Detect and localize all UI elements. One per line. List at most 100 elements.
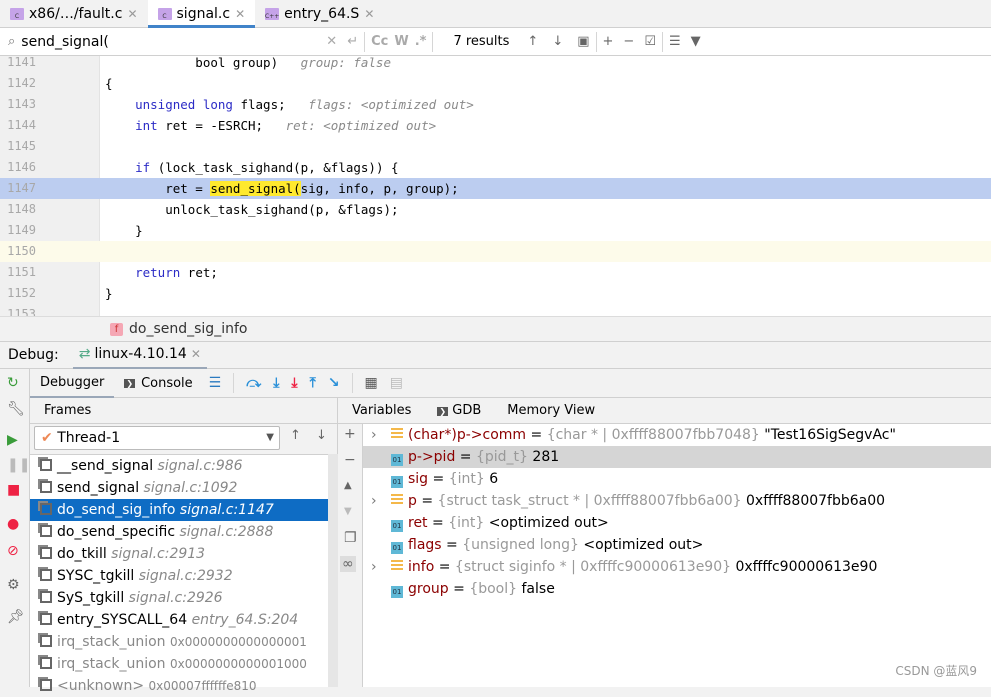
expand-chevron-icon[interactable]: › [371, 424, 377, 446]
line-number[interactable]: 1152 [0, 283, 36, 304]
close-icon[interactable]: ✕ [235, 7, 245, 21]
line-number[interactable]: 1144 [0, 115, 36, 136]
code-line[interactable]: 1143 unsigned long flags; flags: <optimi… [0, 94, 991, 115]
line-number[interactable]: 1149 [0, 220, 36, 241]
thread-select[interactable]: ✔ Thread-1 ▼ [34, 426, 280, 450]
frame-item[interactable]: <unknown> 0x00007ffffffe810 [30, 675, 338, 697]
variable-item[interactable]: 01 sig = {int} 6 [363, 468, 991, 490]
remove-occurrence-icon[interactable]: − [623, 34, 634, 49]
debug-session-tab[interactable]: ⇄ linux-4.10.14 ✕ [72, 342, 207, 369]
new-line-icon[interactable]: ↵ [347, 34, 358, 49]
line-number[interactable]: 1147 [0, 178, 36, 199]
expand-chevron-icon[interactable]: › [371, 556, 377, 578]
open-in-window-icon[interactable]: ▣ [577, 34, 589, 49]
step-out-icon[interactable]: ⤒ [310, 375, 316, 391]
select-all-occurrences-icon[interactable]: ☑ [644, 34, 656, 49]
frame-item[interactable]: SyS_tgkill signal.c:2926 [30, 587, 338, 609]
add-watch-icon[interactable]: + [344, 426, 356, 442]
code-line[interactable]: 1151 return ret; [0, 262, 991, 283]
tab-fault-c[interactable]: Cx86/…/fault.c ✕ [0, 0, 148, 28]
filter-search-results-icon[interactable]: ☰ [669, 34, 681, 49]
move-up-icon[interactable]: ▲ [344, 480, 352, 491]
frames-scrollbar[interactable] [328, 454, 338, 687]
breadcrumb-function[interactable]: do_send_sig_info [129, 321, 247, 337]
code-line[interactable]: 1148 unlock_task_sighand(p, &flags); [0, 199, 991, 220]
line-number[interactable]: 1148 [0, 199, 36, 220]
frame-item[interactable]: do_send_sig_info signal.c:1147 [30, 499, 338, 521]
words-button[interactable]: W [394, 34, 408, 49]
resume-icon[interactable]: ▶ [7, 432, 18, 448]
variable-item[interactable]: › p = {struct task_struct * | 0xffff88007… [363, 490, 991, 512]
view-breakpoints-icon[interactable]: ● [7, 516, 19, 532]
stop-icon[interactable]: ■ [7, 482, 20, 498]
code-line[interactable]: 1149 } [0, 220, 991, 241]
mute-breakpoints-icon[interactable]: ⊘ [7, 543, 19, 559]
variable-item[interactable]: 01 group = {bool} false [363, 578, 991, 600]
run-to-cursor-icon[interactable]: ↘ [328, 375, 340, 391]
next-frame-icon[interactable]: ↓ [316, 428, 327, 443]
code-editor[interactable]: 1141 bool group) group: false 1142{1143 u… [0, 56, 991, 316]
frame-item[interactable]: do_tkill signal.c:2913 [30, 543, 338, 565]
pin-icon[interactable]: 📌︎ [7, 609, 25, 625]
settings-wrench-icon[interactable]: 🔧︎ [7, 401, 25, 417]
glasses-icon[interactable]: ∞ [340, 556, 356, 572]
next-occurrence-icon[interactable]: ↓ [552, 34, 563, 49]
gear-icon[interactable]: ⚙ [7, 577, 20, 593]
add-occurrence-icon[interactable]: + [603, 34, 614, 49]
previous-occurrence-icon[interactable]: ↑ [527, 34, 538, 49]
line-number[interactable]: 1151 [0, 262, 36, 283]
code-line[interactable]: 1144 int ret = -ESRCH; ret: <optimized o… [0, 115, 991, 136]
line-number[interactable]: 1150 [0, 241, 36, 262]
pause-icon[interactable]: ❚❚ [7, 457, 30, 473]
line-number[interactable]: 1141 [0, 56, 36, 73]
tab-entry-64-s[interactable]: C++ entry_64.S ✕ [255, 0, 384, 28]
variable-item[interactable]: › info = {struct siginfo * | 0xffffc90000… [363, 556, 991, 578]
layout-menu-icon[interactable]: ☰ [209, 375, 222, 391]
expand-chevron-icon[interactable]: › [371, 490, 377, 512]
variable-item[interactable]: 01 p->pid = {pid_t} 281 [363, 446, 991, 468]
search-icon[interactable]: ⌕ [8, 34, 15, 49]
previous-frame-icon[interactable]: ↑ [290, 428, 301, 443]
line-number[interactable]: 1146 [0, 157, 36, 178]
frame-item[interactable]: entry_SYSCALL_64 entry_64.S:204 [30, 609, 338, 631]
clear-icon[interactable]: ✕ [326, 34, 337, 49]
tab-signal-c[interactable]: Csignal.c ✕ [147, 0, 256, 28]
rerun-icon[interactable]: ↻ [7, 375, 19, 391]
step-into-icon[interactable]: ⤓ [273, 375, 279, 391]
line-number[interactable]: 1143 [0, 94, 36, 115]
code-line[interactable]: 1152} [0, 283, 991, 304]
close-icon[interactable]: ✕ [127, 7, 137, 21]
trace-icon[interactable]: ▤ [390, 375, 403, 391]
code-line[interactable]: 1141 bool group) group: false [0, 56, 991, 73]
close-icon[interactable]: ✕ [364, 7, 374, 21]
search-input[interactable]: send_signal( [21, 34, 326, 50]
copy-icon[interactable]: ❐ [344, 530, 357, 546]
code-line[interactable]: 1153 [0, 304, 991, 316]
filter-icon[interactable]: ▼ [691, 34, 701, 49]
move-down-icon[interactable]: ▼ [344, 506, 352, 517]
tab-gdb[interactable]: ❯ GDB [437, 398, 481, 423]
regex-button[interactable]: .* [415, 34, 427, 49]
line-number[interactable]: 1145 [0, 136, 36, 157]
code-line[interactable]: 1147 ret = send_signal(sig, info, p, gro… [0, 178, 991, 199]
frame-item[interactable]: do_send_specific signal.c:2888 [30, 521, 338, 543]
close-icon[interactable]: ✕ [191, 347, 201, 361]
match-case-button[interactable]: Cc [371, 34, 388, 49]
line-number[interactable]: 1142 [0, 73, 36, 94]
code-line[interactable]: 1145 [0, 136, 991, 157]
frame-item[interactable]: SYSC_tgkill signal.c:2932 [30, 565, 338, 587]
variable-item[interactable]: 01 ret = {int} <optimized out> [363, 512, 991, 534]
frame-item[interactable]: irq_stack_union 0x0000000000000001 [30, 631, 338, 653]
variable-item[interactable]: › (char*)p->comm = {char * | 0xffff88007f… [363, 424, 991, 446]
remove-watch-icon[interactable]: − [344, 452, 356, 468]
code-line[interactable]: 1150 [0, 241, 991, 262]
tab-debugger[interactable]: Debugger [30, 369, 115, 398]
variable-item[interactable]: 01 flags = {unsigned long} <optimized out… [363, 534, 991, 556]
frame-item[interactable]: send_signal signal.c:1092 [30, 477, 338, 499]
step-over-icon[interactable]: ⤼ [246, 375, 261, 391]
line-number[interactable]: 1153 [0, 304, 36, 316]
code-line[interactable]: 1142 { [0, 73, 991, 94]
evaluate-expression-icon[interactable]: ▦ [365, 375, 378, 391]
code-line[interactable]: 1146 if (lock_task_sighand(p, &flags)) { [0, 157, 991, 178]
tab-console[interactable]: ❯ Console [114, 369, 202, 398]
